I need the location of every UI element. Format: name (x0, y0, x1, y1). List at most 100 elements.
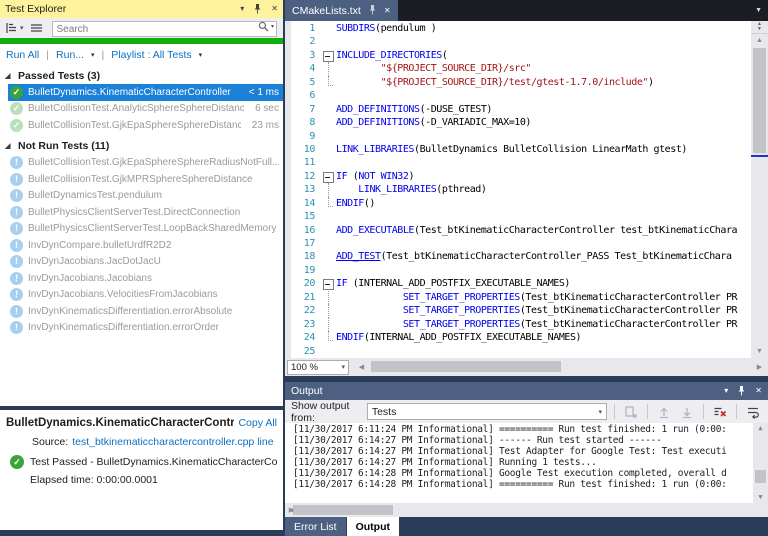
tree-group-header[interactable]: ◢ Passed Tests (3) (0, 67, 283, 84)
fold-collapse-icon[interactable] (321, 49, 336, 63)
window-position-icon[interactable]: ▾ (724, 387, 728, 395)
search-input[interactable] (51, 21, 277, 38)
test-item[interactable]: ✓ BulletCollisionTest.GjkEpaSphereSphereD… (8, 117, 283, 134)
code-line[interactable]: 4 "${PROJECT_SOURCE_DIR}/src" (291, 62, 751, 77)
close-icon[interactable]: ✕ (384, 6, 391, 15)
playlist-link[interactable]: Playlist : All Tests (111, 49, 191, 61)
next-message-button[interactable] (678, 403, 696, 421)
code-line[interactable]: 10 LINK_LIBRARIES(BulletDynamics BulletCo… (291, 143, 751, 156)
fold-guide (321, 183, 336, 198)
code-line[interactable]: 21 SET_TARGET_PROPERTIES(Test_btKinemati… (291, 290, 751, 305)
not-run-icon: ! (10, 271, 23, 285)
test-item[interactable]: ! InvDynKinematicsDifferentiation.errorAb… (8, 303, 283, 320)
code-line[interactable]: 1 SUBDIRS(pendulum ) (291, 22, 751, 35)
search-icon[interactable] (258, 21, 269, 32)
output-horizontal-scrollbar[interactable]: ◀ ▶ (285, 503, 768, 517)
tab-cmakelists[interactable]: CMakeLists.txt ✕ (285, 0, 398, 21)
test-item[interactable]: ! InvDynJacobians.JacDotJacU (8, 254, 283, 271)
code-line[interactable]: 24 ENDIF(INTERNAL_ADD_POSTFIX_EXECUTABLE_… (291, 331, 751, 344)
scroll-right-icon[interactable]: ▶ (753, 358, 766, 376)
code-line[interactable]: 5 "${PROJECT_SOURCE_DIR}/test/gtest-1.7.… (291, 75, 751, 89)
pin-icon[interactable] (368, 4, 377, 17)
code-line[interactable]: 3 INCLUDE_DIRECTORIES( (291, 49, 751, 63)
editor-vertical-scrollbar[interactable]: ▲ ▼ ▲ ▼ (751, 21, 768, 358)
test-item[interactable]: ! BulletDynamicsTest.pendulum (8, 188, 283, 205)
scrollbar-thumb[interactable] (371, 361, 561, 372)
code-line[interactable]: 12 IF (NOT WIN32) (291, 170, 751, 184)
test-item[interactable]: ! BulletCollisionTest.GjkMPRSphereSphereD… (8, 171, 283, 188)
scroll-right-icon[interactable]: ▶ (285, 503, 298, 517)
scroll-up-icon[interactable]: ▲ (753, 423, 768, 434)
expand-icon[interactable]: ◢ (5, 72, 13, 80)
code-line[interactable]: 18 ADD_TEST(Test_btKinematicCharacterCont… (291, 250, 751, 263)
chevron-down-icon[interactable]: ▾ (199, 51, 203, 59)
pin-icon[interactable] (253, 4, 262, 14)
run-all-link[interactable]: Run All (6, 49, 39, 61)
find-message-button[interactable] (622, 403, 640, 421)
code-line[interactable]: 7 ADD_DEFINITIONS(-DUSE_GTEST) (291, 103, 751, 116)
code-line[interactable]: 8 ADD_DEFINITIONS(-D_VARIADIC_MAX=10) (291, 116, 751, 129)
expand-icon[interactable]: ◢ (5, 142, 13, 150)
output-vertical-scrollbar[interactable]: ▲ ▼ (753, 423, 768, 503)
scrollbar-thumb[interactable] (755, 470, 766, 483)
close-icon[interactable]: ✕ (755, 387, 762, 395)
code-line[interactable]: 25 (291, 345, 751, 358)
tree-group-header[interactable]: ◢ Not Run Tests (11) (0, 138, 283, 155)
code-line[interactable]: 15 (291, 210, 751, 223)
copy-all-link[interactable]: Copy All (238, 417, 277, 429)
window-position-icon[interactable]: ▾ (240, 5, 244, 13)
line-number: 7 (309, 103, 315, 115)
test-item[interactable]: ! InvDynJacobians.VelocitiesFromJacobians (8, 287, 283, 304)
clear-all-button[interactable] (711, 403, 729, 421)
code-line[interactable]: 19 (291, 264, 751, 277)
zoom-combo[interactable]: 100 % ▾ (287, 359, 349, 375)
code-line[interactable]: 9 (291, 130, 751, 143)
source-link[interactable]: test_btkinematiccharactercontroller.cpp … (72, 436, 277, 448)
scroll-left-icon[interactable]: ◀ (355, 358, 368, 376)
search-options-icon[interactable]: ▾ (271, 23, 274, 30)
document-list-icon[interactable]: ▼ (755, 0, 768, 21)
output-source-combo[interactable]: Tests ▾ (366, 403, 607, 420)
code-line[interactable]: 17 (291, 237, 751, 250)
tab-output[interactable]: Output (346, 517, 399, 536)
test-item[interactable]: ! BulletCollisionTest.GjkEpaSphereSphereR… (8, 155, 283, 172)
group-by-button[interactable]: ▾ (4, 19, 26, 37)
code-editor[interactable]: 1 SUBDIRS(pendulum ) 2 3 INCLUDE_DIRECTORIES… (285, 21, 768, 358)
scrollbar-thumb[interactable] (293, 505, 393, 515)
scroll-down-icon[interactable]: ▼ (751, 345, 768, 358)
close-icon[interactable]: ✕ (271, 5, 278, 13)
code-line[interactable]: 14 ENDIF() (291, 196, 751, 210)
scroll-down-icon[interactable]: ▼ (753, 492, 768, 503)
scrollbar-thumb[interactable] (753, 48, 766, 153)
test-item[interactable]: ! InvDynCompare.bulletUrdfR2D2 (8, 237, 283, 254)
fold-collapse-icon[interactable] (321, 277, 336, 291)
pin-icon[interactable] (737, 386, 746, 396)
code-line[interactable]: 20 IF (INTERNAL_ADD_POSTFIX_EXECUTABLE_NA… (291, 277, 751, 291)
code-line[interactable]: 11 (291, 156, 751, 169)
test-item[interactable]: ✓ BulletDynamics.KinematicCharacterContro… (8, 84, 283, 101)
editor-horizontal-scrollbar[interactable]: ◀ ▶ (355, 358, 766, 376)
splitter-grip-icon[interactable]: ▲ ▼ (751, 21, 768, 34)
previous-message-button[interactable] (655, 403, 673, 421)
test-item[interactable]: ✓ BulletCollisionTest.AnalyticSphereSpher… (8, 101, 283, 118)
code-line[interactable]: 16 ADD_EXECUTABLE(Test_btKinematicCharact… (291, 224, 751, 237)
code-line[interactable]: 23 SET_TARGET_PROPERTIES(Test_btKinemati… (291, 317, 751, 332)
output-log[interactable]: [11/30/2017 6:11:24 PM Informational] ==… (285, 423, 768, 503)
code-line[interactable]: 2 (291, 35, 751, 48)
scroll-up-icon[interactable]: ▲ (751, 34, 768, 47)
tab-error-list[interactable]: Error List (285, 517, 346, 536)
test-item[interactable]: ! InvDynJacobians.Jacobians (8, 270, 283, 287)
run-link[interactable]: Run... (56, 49, 84, 61)
word-wrap-button[interactable] (744, 403, 762, 421)
test-item[interactable]: ! BulletPhysicsClientServerTest.LoopBackS… (8, 221, 283, 238)
playlist-button[interactable] (28, 19, 45, 37)
code-line[interactable]: 6 (291, 89, 751, 102)
tool-window-tab-strip: Error List Output (285, 517, 768, 536)
test-item[interactable]: ! BulletPhysicsClientServerTest.DirectCon… (8, 204, 283, 221)
test-item[interactable]: ! InvDynKinematicsDifferentiation.errorOr… (8, 320, 283, 337)
line-number: 8 (309, 117, 315, 129)
chevron-down-icon[interactable]: ▾ (91, 51, 95, 59)
code-line[interactable]: 13 LINK_LIBRARIES(pthread) (291, 183, 751, 198)
code-line[interactable]: 22 SET_TARGET_PROPERTIES(Test_btKinemati… (291, 304, 751, 319)
fold-collapse-icon[interactable] (321, 170, 336, 184)
